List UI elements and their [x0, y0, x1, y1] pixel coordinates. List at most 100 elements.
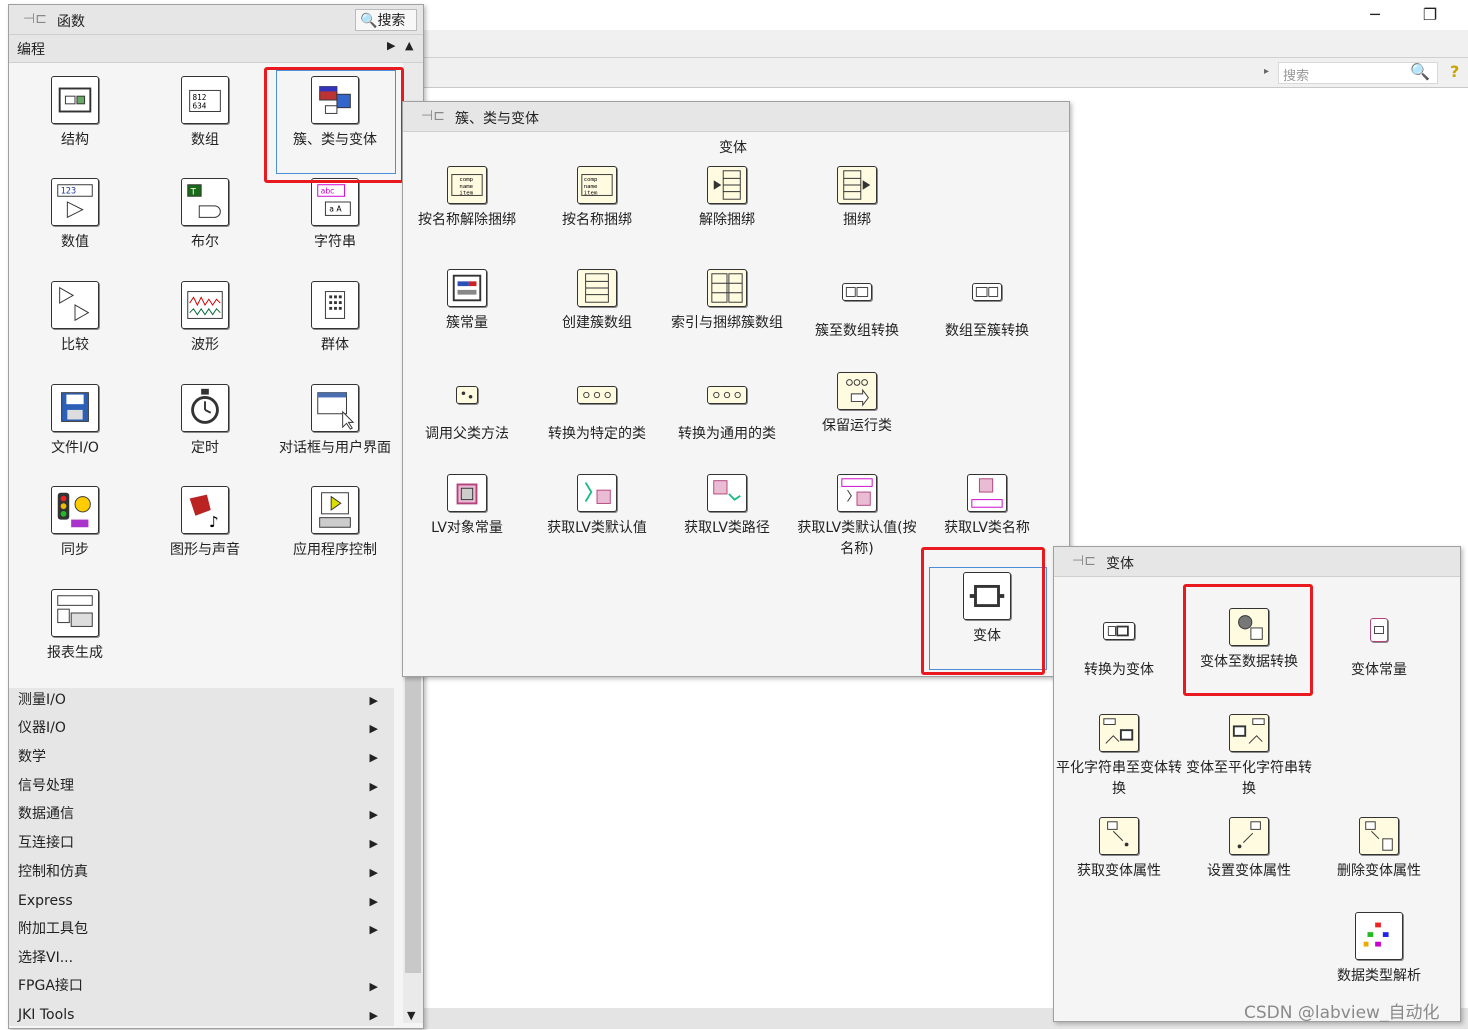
category-instrument-io[interactable]: 仪器I/O ▶ [10, 714, 408, 743]
highlight-box [264, 67, 404, 183]
palette-item-cluster-to-array[interactable]: 簇至数组转换 [792, 269, 922, 342]
palette-item-file-io[interactable]: 文件I/O [10, 384, 140, 459]
item-label: 捆绑 [843, 212, 871, 228]
palette-item-build-cluster-array[interactable]: 创建簇数组 [532, 269, 662, 334]
delete-variant-attribute-icon [1359, 817, 1399, 855]
search-icon[interactable]: 🔍 [1410, 62, 1430, 81]
category-express[interactable]: Express ▶ [10, 887, 408, 916]
category-addons[interactable]: 附加工具包 ▶ [10, 915, 408, 944]
palette-item-lv-object-constant[interactable]: LV对象常量 [402, 474, 532, 539]
category-signal-processing[interactable]: 信号处理 ▶ [10, 772, 408, 801]
palette-item-numeric[interactable]: 123 数值 [10, 178, 140, 253]
palette-item-string[interactable]: abc a A 字符串 [270, 178, 400, 253]
array-to-cluster-icon [972, 283, 1002, 301]
palette-item-get-variant-attribute[interactable]: 获取变体属性 [1054, 817, 1184, 882]
highlight-box [921, 547, 1045, 675]
category-math[interactable]: 数学 ▶ [10, 743, 408, 772]
palette-item-timing[interactable]: 定时 [140, 384, 270, 459]
array-icon: 812 634 [181, 76, 229, 124]
palette-item-get-lv-class-default-value[interactable]: 获取LV类默认值 [532, 474, 662, 539]
lv-object-constant-icon [447, 474, 487, 512]
bundle-icon [837, 166, 877, 204]
palette-item-synchronization[interactable]: 同步 [10, 486, 140, 561]
palette-item-data-type-parsing[interactable]: 数据类型解析 [1314, 912, 1444, 987]
palette-item-preserve-runtime-class[interactable]: 保留运行类 [792, 372, 922, 437]
palette-item-app-control[interactable]: 应用程序控制 [270, 486, 400, 561]
minimize-icon[interactable]: ─ [1360, 4, 1390, 26]
palette-item-index-bundle-cluster-array[interactable]: 索引与捆绑簇数组 [662, 269, 792, 334]
palette-item-get-lv-class-name[interactable]: 获取LV类名称 [922, 474, 1052, 539]
palette-item-unflatten-to-variant[interactable]: 平化字符串至变体转换 [1054, 714, 1184, 800]
variant-to-flattened-string-icon [1229, 714, 1269, 752]
triangle-right-icon: ▶ [369, 837, 378, 850]
category-data-communication[interactable]: 数据通信 ▶ [10, 800, 408, 829]
item-label: 转换为特定的类 [548, 426, 646, 442]
palette-item-array-to-cluster[interactable]: 数组至簇转换 [922, 269, 1052, 342]
boolean-icon: T [181, 178, 229, 226]
build-cluster-array-icon [577, 269, 617, 307]
search-button[interactable]: 🔍搜索 [355, 9, 417, 31]
category-select-vi[interactable]: 选择VI... [10, 944, 408, 973]
palette-item-call-parent-method[interactable]: 调用父类方法 [402, 372, 532, 445]
scroll-up-icon[interactable]: ▲ [405, 39, 413, 52]
watermark: CSDN @labview_自动化 [1244, 1003, 1440, 1023]
palette-item-get-lv-class-default-value-by-name[interactable]: 获取LV类默认值(按名称) [792, 474, 922, 560]
category-measurement-io[interactable]: 测量I/O ▶ [10, 686, 408, 715]
palette-item-cluster-constant[interactable]: 簇常量 [402, 269, 532, 334]
category-programming[interactable]: 编程 ▶ ▲ [9, 35, 423, 63]
palette-item-waveform[interactable]: 波形 [140, 281, 270, 356]
index-bundle-cluster-array-icon [707, 269, 747, 307]
item-label: LV对象常量 [431, 520, 503, 536]
palette-item-bundle[interactable]: 捆绑 [792, 166, 922, 231]
item-label: 转换为变体 [1084, 662, 1154, 678]
palette-item-variant-to-flattened-string[interactable]: 变体至平化字符串转换 [1184, 714, 1314, 800]
restore-icon[interactable]: ❐ [1415, 4, 1445, 26]
category-control-simulation[interactable]: 控制和仿真 ▶ [10, 858, 408, 887]
item-label: 簇至数组转换 [815, 323, 899, 339]
triangle-right-icon: ▶ [369, 866, 378, 879]
pin-icon[interactable]: ⊣⊏ [1072, 553, 1096, 569]
palette-item-graphics-sound[interactable]: ♪ 图形与声音 [140, 486, 270, 561]
pin-icon[interactable]: ⊣⊏ [23, 11, 47, 27]
palette-item-boolean[interactable]: T 布尔 [140, 178, 270, 253]
item-label: 图形与声音 [170, 542, 240, 558]
item-label: 簇常量 [446, 315, 488, 331]
dropdown-arrow-icon[interactable]: ▸ [1264, 66, 1269, 77]
graphics-sound-icon: ♪ [181, 486, 229, 534]
palette-item-collections[interactable]: 群体 [270, 281, 400, 356]
search-icon: 🔍 [360, 13, 378, 29]
svg-text:name: name [459, 184, 473, 190]
item-label: 设置变体属性 [1207, 863, 1291, 879]
palette-item-variant-constant[interactable]: 变体常量 [1314, 608, 1444, 681]
variant-constant-icon [1370, 618, 1388, 642]
pin-icon[interactable]: ⊣⊏ [421, 108, 445, 124]
palette-item-to-more-generic-class[interactable]: 转换为通用的类 [662, 372, 792, 445]
scroll-down-icon[interactable]: ▼ [407, 1009, 415, 1022]
palette-item-report-generation[interactable]: 报表生成 [10, 589, 140, 664]
svg-text:♪: ♪ [209, 513, 219, 531]
palette-item-array[interactable]: 812 634 数组 [140, 76, 270, 151]
item-label: 数值 [61, 234, 89, 250]
category-label: 选择VI... [18, 950, 74, 966]
palette-item-to-variant[interactable]: 转换为变体 [1054, 608, 1184, 681]
palette-item-get-lv-class-path[interactable]: 获取LV类路径 [662, 474, 792, 539]
palette-item-unbundle-by-name[interactable]: comp name item 按名称解除捆绑 [402, 166, 532, 231]
palette-item-bundle-by-name[interactable]: comp name item 按名称捆绑 [532, 166, 662, 231]
get-lv-class-default-value-icon [577, 474, 617, 512]
palette-item-dialog-ui[interactable]: 对话框与用户界面 [270, 384, 400, 459]
palette-item-comparison[interactable]: 比较 [10, 281, 140, 356]
category-label: 仪器I/O [18, 720, 66, 736]
palette-item-delete-variant-attribute[interactable]: 删除变体属性 [1314, 817, 1444, 882]
triangle-right-icon: ▶ [369, 1009, 378, 1022]
item-label: 索引与捆绑簇数组 [671, 315, 783, 331]
palette-item-unbundle[interactable]: 解除捆绑 [662, 166, 792, 231]
category-fpga-interface[interactable]: FPGA接口 ▶ [10, 972, 408, 1001]
palette-item-structures[interactable]: 结构 [10, 76, 140, 151]
to-more-generic-class-icon [707, 386, 747, 404]
help-icon[interactable]: ? [1450, 62, 1466, 82]
category-jki-tools[interactable]: JKI Tools ▶ [10, 1001, 408, 1030]
palette-item-set-variant-attribute[interactable]: 设置变体属性 [1184, 817, 1314, 882]
palette-item-to-more-specific-class[interactable]: 转换为特定的类 [532, 372, 662, 445]
get-variant-attribute-icon [1099, 817, 1139, 855]
category-connectivity[interactable]: 互连接口 ▶ [10, 829, 408, 858]
